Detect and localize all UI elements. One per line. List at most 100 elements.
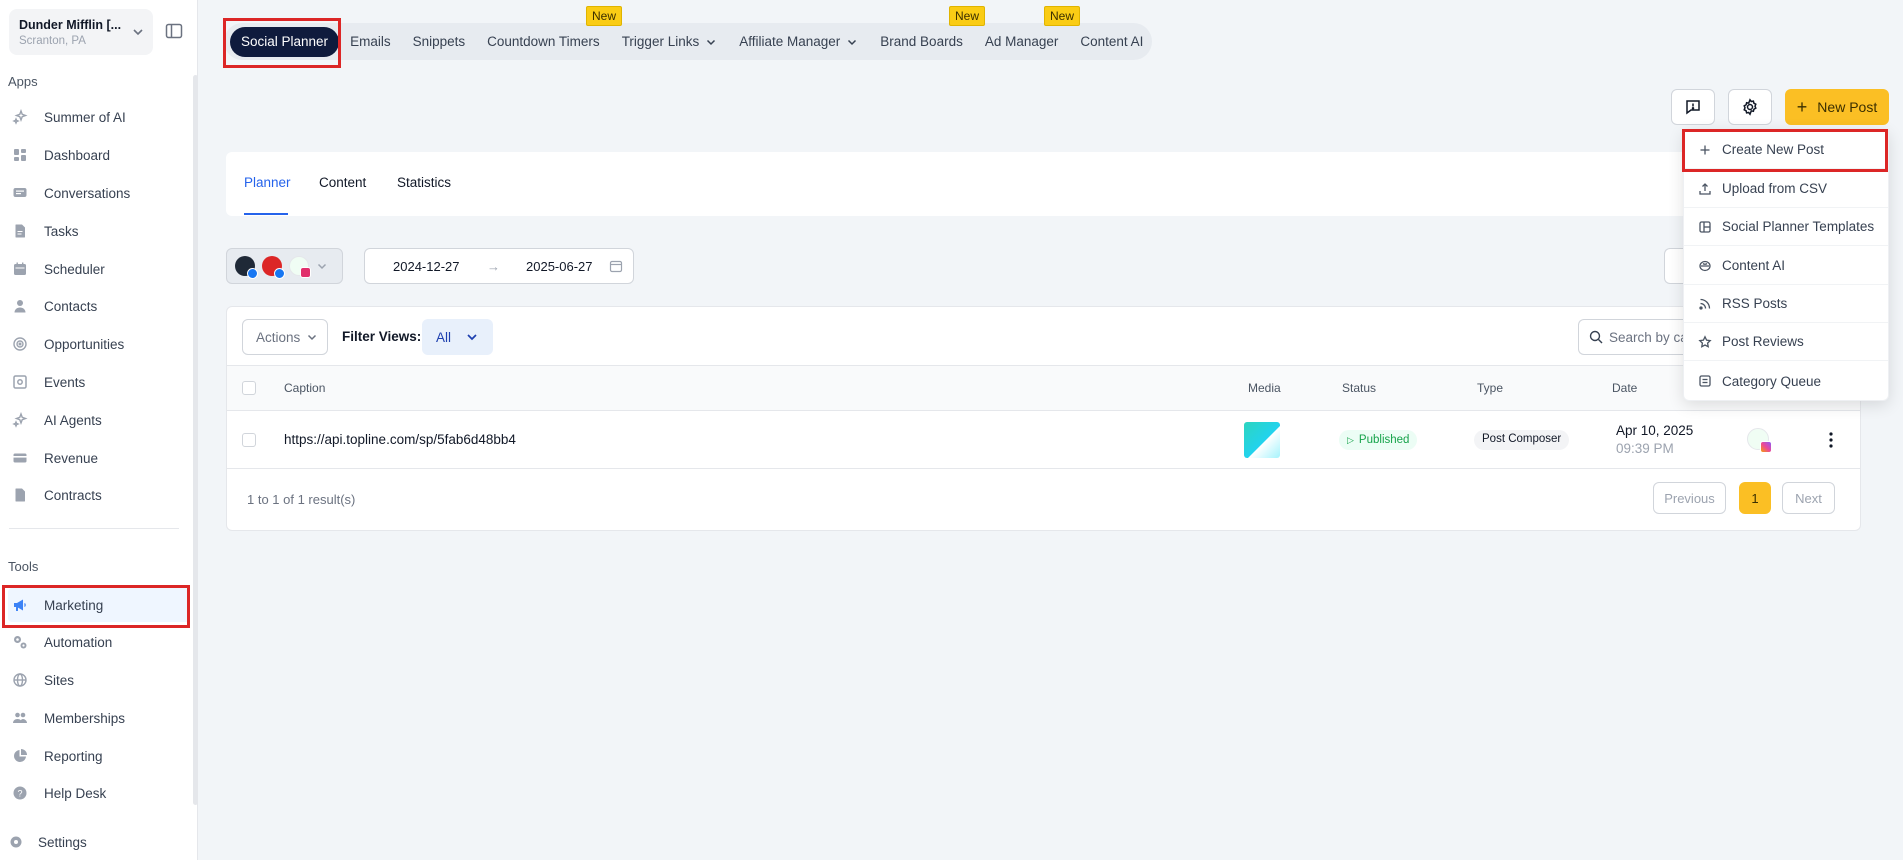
tab-countdown-timers[interactable]: Countdown Timers <box>476 27 611 57</box>
sidebar-item-label: Sites <box>44 672 75 688</box>
settings-button[interactable] <box>1728 89 1772 125</box>
rss-icon <box>1698 297 1712 311</box>
sidebar-item-automation[interactable]: Automation <box>8 625 190 659</box>
chevron-down-icon <box>317 263 327 270</box>
sidebar-item-opportunities[interactable]: Opportunities <box>8 327 190 361</box>
sidebar-item-scheduler[interactable]: Scheduler <box>8 252 190 286</box>
sidebar-item-ai-agents[interactable]: AI Agents <box>8 403 190 437</box>
plus-icon <box>1698 143 1712 157</box>
plus-icon: + <box>1796 96 1808 117</box>
arrow-right-icon: → <box>487 258 500 274</box>
new-post-button[interactable]: + New Post <box>1785 89 1889 125</box>
menu-item-create-new-post[interactable]: Create New Post <box>1684 131 1888 169</box>
date-range-picker[interactable]: 2024-12-27 → 2025-06-27 <box>364 248 634 284</box>
tab-social-planner[interactable]: Social Planner <box>230 26 340 57</box>
table-header: Caption Media Status Type Date <box>227 365 1860 411</box>
subtab-planner[interactable]: Planner <box>244 175 291 190</box>
template-icon <box>1698 220 1712 234</box>
megaphone-icon <box>12 597 28 613</box>
page-1-button[interactable]: 1 <box>1739 482 1771 514</box>
social-accounts-filter[interactable] <box>226 248 343 284</box>
sidebar-item-tasks[interactable]: Tasks <box>8 214 190 248</box>
tab-trigger-links[interactable]: Trigger Links <box>611 27 729 57</box>
tab-label: Brand Boards <box>880 34 963 49</box>
queue-icon <box>1698 374 1712 388</box>
sidebar-item-memberships[interactable]: Memberships <box>8 701 190 735</box>
media-thumbnail[interactable] <box>1244 422 1280 458</box>
row-checkbox[interactable] <box>242 433 256 447</box>
gear-icon <box>1743 98 1757 116</box>
search-input[interactable]: Search by caption <box>1578 319 1698 355</box>
next-page-button[interactable]: Next <box>1782 482 1835 514</box>
tab-snippets[interactable]: Snippets <box>402 27 477 57</box>
new-badge: New <box>949 6 986 26</box>
column-media: Media <box>1248 381 1281 395</box>
sidebar-item-label: Summer of AI <box>44 109 126 125</box>
menu-item-upload-csv[interactable]: Upload from CSV <box>1684 170 1888 208</box>
sidebar-item-label: Marketing <box>44 597 104 613</box>
table-row[interactable]: https://api.topline.com/sp/5fab6d48bb4 ▷… <box>227 411 1860 469</box>
sidebar-item-help-desk[interactable]: ? Help Desk <box>8 776 190 810</box>
sidebar-collapse-icon[interactable] <box>165 22 183 40</box>
new-badge: New <box>586 6 623 26</box>
row-caption[interactable]: https://api.topline.com/sp/5fab6d48bb4 <box>284 432 516 447</box>
sidebar-item-summer-of-ai[interactable]: Summer of AI <box>8 100 190 134</box>
sidebar-item-label: Memberships <box>44 710 126 726</box>
tab-emails[interactable]: Emails <box>339 27 402 57</box>
sidebar-item-events[interactable]: Events <box>8 365 190 399</box>
sidebar-item-settings[interactable]: Settings <box>8 834 87 850</box>
posts-table-card: Actions Filter Views: All Search by capt… <box>226 306 1861 531</box>
tab-label: Trigger Links <box>621 34 700 49</box>
account-avatar <box>262 256 285 279</box>
row-date-day: Apr 10, 2025 <box>1616 423 1694 438</box>
apps-section-label: Apps <box>8 74 38 89</box>
menu-item-content-ai[interactable]: Content AI <box>1684 247 1888 285</box>
tab-content-ai[interactable]: Content AI <box>1069 27 1154 57</box>
row-date-time: 09:39 PM <box>1616 441 1674 456</box>
active-tab-underline <box>244 213 288 215</box>
filter-views-select[interactable]: All <box>422 319 493 355</box>
menu-item-templates[interactable]: Social Planner Templates <box>1684 208 1888 246</box>
card-icon <box>12 450 28 466</box>
sidebar-item-revenue[interactable]: Revenue <box>8 441 190 475</box>
chevron-down-icon <box>848 39 857 45</box>
tab-label: Affiliate Manager <box>739 34 841 49</box>
sidebar-item-reporting[interactable]: Reporting <box>8 739 190 773</box>
sidebar-item-label: Revenue <box>44 450 99 466</box>
sidebar-item-label: Scheduler <box>44 261 105 277</box>
ai-brain-icon <box>1698 259 1712 273</box>
actions-dropdown[interactable]: Actions <box>242 319 328 355</box>
sidebar-item-conversations[interactable]: Conversations <box>8 176 190 210</box>
sidebar-scrollbar[interactable] <box>193 75 198 805</box>
menu-item-label: Post Reviews <box>1722 334 1804 349</box>
previous-page-button[interactable]: Previous <box>1653 482 1726 514</box>
sidebar-item-contacts[interactable]: Contacts <box>8 289 190 323</box>
row-date: Apr 10, 2025 09:39 PM <box>1616 423 1693 456</box>
more-vertical-icon[interactable] <box>1823 431 1839 449</box>
sidebar-item-contracts[interactable]: Contracts <box>8 478 190 512</box>
column-date: Date <box>1612 381 1638 395</box>
account-switcher[interactable]: Dunder Mifflin [... Scranton, PA <box>9 9 153 55</box>
account-name: Dunder Mifflin [... <box>19 18 122 32</box>
menu-item-category-queue[interactable]: Category Queue <box>1684 362 1888 400</box>
select-all-checkbox[interactable] <box>242 381 256 395</box>
tab-brand-boards[interactable]: Brand Boards <box>869 27 974 57</box>
instagram-icon <box>1760 441 1772 453</box>
menu-item-post-reviews[interactable]: Post Reviews <box>1684 323 1888 361</box>
subtab-statistics[interactable]: Statistics <box>397 175 451 190</box>
filter-views-value: All <box>436 329 452 345</box>
sidebar-item-dashboard[interactable]: Dashboard <box>8 138 190 172</box>
feedback-button[interactable] <box>1671 89 1715 125</box>
result-count: 1 to 1 of 1 result(s) <box>247 492 356 507</box>
subtab-content[interactable]: Content <box>319 175 366 190</box>
sidebar-item-marketing[interactable]: Marketing <box>8 588 190 622</box>
sidebar-item-sites[interactable]: Sites <box>8 663 190 697</box>
menu-item-rss-posts[interactable]: RSS Posts <box>1684 285 1888 323</box>
tools-section-label: Tools <box>8 559 39 574</box>
facebook-icon <box>274 268 285 279</box>
tab-label: Ad Manager <box>984 34 1059 49</box>
sidebar-item-label: Contracts <box>44 487 102 503</box>
tab-label: Social Planner <box>241 34 329 49</box>
tab-affiliate-manager[interactable]: Affiliate Manager <box>728 27 869 57</box>
tab-ad-manager[interactable]: Ad Manager <box>974 27 1070 57</box>
